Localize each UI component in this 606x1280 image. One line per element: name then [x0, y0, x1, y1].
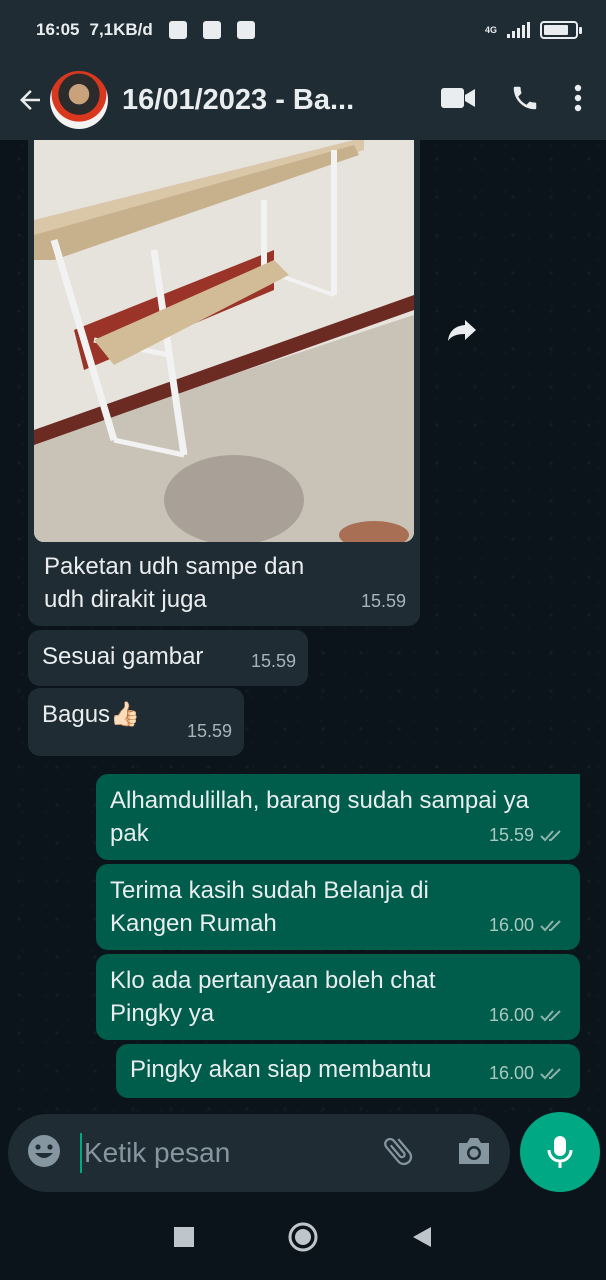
double-check-icon [540, 1009, 561, 1021]
microphone-icon [547, 1136, 573, 1168]
message-text: Bagus👍🏻 [42, 701, 140, 728]
arrow-left-icon[interactable] [12, 82, 48, 118]
app-notification-icon [202, 21, 221, 39]
message-text: Alhamdulillah, barang sudah sampai ya pa… [110, 787, 529, 847]
message-time: 16.00 [489, 1057, 566, 1090]
emoji-icon[interactable] [26, 1133, 62, 1174]
signal-icon [507, 22, 530, 38]
message-text: Sesuai gambar [42, 643, 204, 670]
message-input[interactable]: Ketik pesan [80, 1133, 380, 1173]
contact-avatar[interactable] [50, 71, 108, 129]
microphone-button[interactable] [520, 1112, 600, 1192]
more-vertical-icon[interactable] [574, 84, 582, 117]
message-time: 16.00 [489, 909, 566, 942]
chat-area[interactable]: Paketan udh sampe dan udh dirakit juga 1… [0, 140, 606, 1112]
video-camera-icon[interactable] [440, 85, 476, 116]
battery-icon [540, 21, 582, 39]
recents-icon[interactable] [173, 1226, 195, 1253]
chat-title[interactable]: 16/01/2023 - Ba... [122, 84, 372, 117]
home-icon[interactable] [287, 1221, 319, 1258]
paperclip-icon[interactable] [380, 1133, 416, 1174]
phone-icon[interactable] [510, 83, 540, 118]
message-text: Klo ada pertanyaan boleh chat Pingky ya [110, 967, 436, 1027]
double-check-icon [540, 1067, 561, 1079]
message-time: 15.59 [186, 721, 232, 741]
message-text: Terima kasih sudah Belanja di Kangen Rum… [110, 877, 429, 937]
outgoing-message[interactable]: Pingky akan siap membantu 16.00 [116, 1044, 580, 1098]
composer-bar: Ketik pesan [0, 1112, 606, 1198]
message-time: 15.59 [250, 651, 296, 671]
chat-header: 16/01/2023 - Ba... [0, 60, 606, 140]
image-message[interactable]: Paketan udh sampe dan udh dirakit juga 1… [28, 140, 420, 626]
incoming-message[interactable]: Sesuai gambar 15.59 [28, 630, 308, 686]
double-check-icon [540, 919, 561, 931]
outgoing-message[interactable]: Klo ada pertanyaan boleh chat Pingky ya … [96, 954, 580, 1040]
forward-icon[interactable] [444, 312, 480, 348]
status-data-speed: 7,1KB/d [89, 20, 153, 39]
incoming-message[interactable]: Bagus👍🏻 15.59 [28, 688, 244, 756]
message-time: 15.59 [489, 819, 566, 852]
outgoing-message[interactable]: Terima kasih sudah Belanja di Kangen Rum… [96, 864, 580, 950]
camera-icon[interactable] [456, 1135, 492, 1172]
message-time: 15.59 [360, 591, 406, 611]
outgoing-message[interactable]: Alhamdulillah, barang sudah sampai ya pa… [96, 774, 580, 860]
message-notification-icon [168, 21, 187, 39]
status-bar: 16:05 7,1KB/d 4G [0, 0, 606, 60]
status-time: 16:05 [36, 20, 80, 39]
network-type: 4G [484, 24, 497, 35]
message-text: Pingky akan siap membantu [130, 1056, 432, 1083]
system-nav-bar [0, 1198, 606, 1280]
message-input-container[interactable]: Ketik pesan [8, 1114, 510, 1192]
double-check-icon [540, 829, 561, 841]
message-time: 16.00 [489, 999, 566, 1032]
message-text: Paketan udh sampe dan udh dirakit juga [44, 553, 305, 613]
shop-notification-icon [236, 21, 255, 39]
back-nav-icon[interactable] [411, 1225, 433, 1254]
table-photo[interactable] [34, 140, 414, 542]
